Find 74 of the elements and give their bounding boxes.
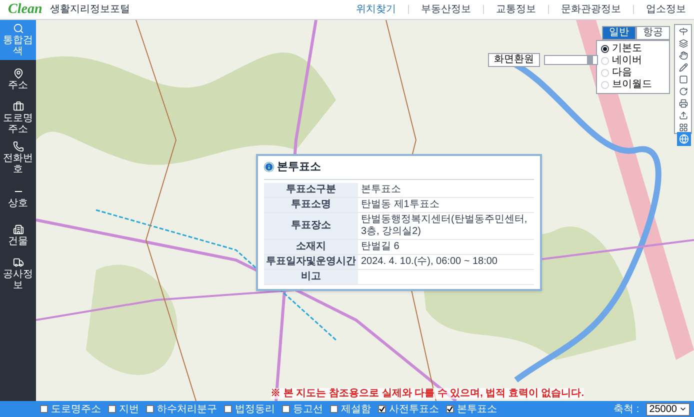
scale-select[interactable]: 25000 [646,402,690,416]
globe-icon[interactable] [677,132,691,146]
reset-view-button[interactable]: 화면환원 [488,53,540,67]
map-type-tab[interactable]: 항공 [636,26,670,40]
checkbox[interactable] [108,405,116,413]
zoom-slider-thumb[interactable] [587,56,594,64]
sidebar-item[interactable]: 통합검색 [0,20,36,60]
map-type-tab[interactable]: 일반 [602,26,636,40]
field-label: 투표일자및운영시간 [264,254,358,269]
popup-title: 본투표소 [277,160,321,175]
checkbox[interactable] [282,405,290,413]
layer-label[interactable]: 하수처리분구 [157,402,217,416]
signpost-icon[interactable] [678,25,688,37]
square-icon[interactable] [678,73,688,85]
layer-label[interactable]: 지번 [119,402,139,416]
checkbox[interactable] [146,405,154,413]
base-map-option[interactable]: 기본도 [612,43,642,55]
sidebar-item[interactable]: 전화번호 [0,138,36,178]
nav-link[interactable]: 문화관광정보 [561,2,621,17]
nav-link[interactable]: 업소정보 [646,2,686,17]
layer-label[interactable]: 등고선 [293,402,323,416]
field-value: 탄벌동 제1투표소 [358,197,534,212]
radio-button[interactable] [601,45,609,53]
checkmark-icon [379,406,385,412]
info-icon [264,162,274,172]
search-icon [12,23,24,34]
field-label: 소재지 [264,239,358,254]
nav-link[interactable]: 교통정보 [496,2,536,17]
sidebar-item[interactable]: 도로명주소 [0,98,36,138]
upload-icon[interactable] [678,109,688,121]
disclaimer-text: ※ 본 지도는 참조용으로 실제와 다를 수 있으며, 법적 효력이 없습니다. [270,388,584,399]
checkbox[interactable] [224,405,232,413]
field-value: 탄벌길 6 [358,239,534,254]
site-title: 생활지리정보포털 [50,3,130,17]
scale-label: 축척 : [614,402,640,416]
layer-label[interactable]: 사전투표소 [389,402,439,416]
building-icon [12,224,24,234]
checkbox[interactable] [446,405,454,413]
field-label: 투표소명 [264,197,358,212]
base-map-option[interactable]: 네이버 [612,55,642,67]
field-value: 2024. 4. 10.(수), 06:00 ~ 18:00 [358,254,534,269]
nav-link[interactable]: 위치찾기 [356,2,396,17]
rotate-icon[interactable] [678,85,688,97]
layers-icon[interactable] [678,37,688,49]
print-icon[interactable] [678,97,688,109]
phone-icon [12,141,24,152]
pencil-icon[interactable] [678,61,688,73]
grid-icon[interactable] [678,121,688,133]
sidebar-item[interactable]: 상호 [0,178,36,216]
sidebar-item[interactable]: 공사정보 [0,254,36,294]
checkbox[interactable] [330,405,338,413]
layer-label[interactable]: 법정동리 [235,402,275,416]
field-value: 본투표소 [358,182,534,197]
nav-link[interactable]: 부동산정보 [421,2,471,17]
field-value: 탄벌동행정복지센터(탄벌동주민센터, 3층, 강의실2) [358,212,534,239]
layer-label[interactable]: 본투표소 [457,402,497,416]
base-map-option[interactable]: 다음 [612,67,632,79]
field-label: 투표장소 [264,212,358,239]
briefcase-icon [12,101,24,112]
sidebar-item[interactable]: 건물 [0,216,36,254]
pin-icon [12,68,24,78]
checkbox[interactable] [40,405,48,413]
hand-icon[interactable] [678,49,688,61]
sidebar-item[interactable]: 주소 [0,60,36,98]
layer-label[interactable]: 제설함 [341,402,371,416]
layer-label[interactable]: 도로명주소 [51,402,101,416]
checkmark-icon [447,406,453,412]
base-map-option[interactable]: 브이월드 [612,79,652,91]
zoom-slider-track[interactable] [544,55,598,65]
truck-icon [12,257,24,268]
field-label: 비고 [264,269,358,284]
caret-icon [679,405,687,413]
checkbox[interactable] [378,405,386,413]
field-label: 투표소구분 [264,182,358,197]
